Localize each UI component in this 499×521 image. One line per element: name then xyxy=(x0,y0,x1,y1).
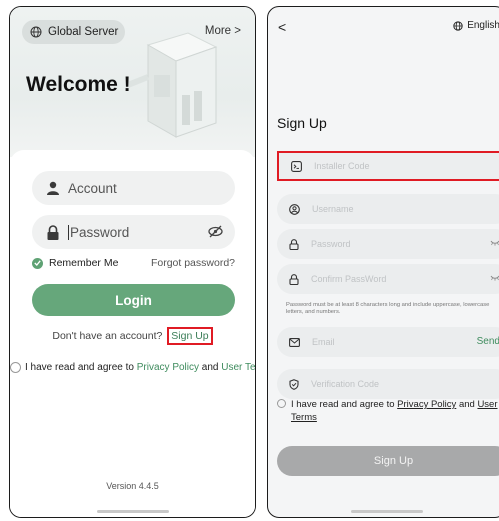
language-selector[interactable]: English xyxy=(453,20,499,31)
more-link[interactable]: More > xyxy=(205,25,241,37)
password-placeholder: Password xyxy=(70,224,130,240)
shield-check-icon xyxy=(289,378,299,390)
agree-prefix: I have read and agree to xyxy=(25,362,134,373)
building-illustration xyxy=(128,32,218,138)
and-text: and xyxy=(458,399,475,410)
home-indicator xyxy=(351,510,423,513)
email-input[interactable]: Email Send xyxy=(277,327,499,357)
terms-agreement: I have read and agree to Privacy Policy … xyxy=(10,362,255,373)
user-circle-icon xyxy=(289,203,300,215)
confirm-password-placeholder: Confirm PassWord xyxy=(311,274,387,284)
globe-icon xyxy=(30,26,42,38)
server-label: Global Server xyxy=(48,26,119,38)
account-input[interactable]: Account xyxy=(32,171,235,205)
agreement-text: I have read and agree to Privacy Policy … xyxy=(277,398,499,424)
login-screen: Global Server More > Welcome ! Account P… xyxy=(9,6,256,518)
server-selector[interactable]: Global Server xyxy=(22,20,125,44)
account-placeholder: Account xyxy=(68,180,117,196)
password-input[interactable]: Password xyxy=(32,215,235,249)
page-title: Sign Up xyxy=(277,115,327,131)
lock-icon xyxy=(289,273,299,285)
confirm-password-input[interactable]: Confirm PassWord xyxy=(277,264,499,294)
terms-agreement: I have read and agree to Privacy Policy … xyxy=(277,398,499,424)
eye-off-icon[interactable] xyxy=(208,225,223,238)
username-input[interactable]: Username xyxy=(277,194,499,224)
username-placeholder: Username xyxy=(312,204,354,214)
eye-closed-icon[interactable] xyxy=(490,275,499,281)
verification-code-placeholder: Verification Code xyxy=(311,379,380,389)
terminal-icon xyxy=(291,160,302,172)
signup-screen: < English Sign Up Installer Code Usernam… xyxy=(267,6,499,518)
eye-closed-icon[interactable] xyxy=(490,240,499,246)
privacy-policy-link[interactable]: Privacy Policy xyxy=(137,362,199,373)
signup-link[interactable]: Sign Up xyxy=(167,327,213,345)
remember-me-label: Remember Me xyxy=(49,257,119,269)
lock-icon xyxy=(289,238,299,250)
remember-me-checkbox[interactable]: Remember Me xyxy=(32,257,118,269)
login-button[interactable]: Login xyxy=(32,284,235,316)
signup-prompt: Don't have an account? Sign Up xyxy=(10,327,255,345)
signup-button[interactable]: Sign Up xyxy=(277,446,499,476)
version-label: Version 4.4.5 xyxy=(106,481,159,491)
agree-radio[interactable] xyxy=(10,362,21,373)
text-caret xyxy=(68,224,69,240)
password-placeholder: Password xyxy=(311,239,351,249)
checkmark-icon xyxy=(32,257,43,269)
back-button[interactable]: < xyxy=(278,19,286,35)
no-account-text: Don't have an account? xyxy=(52,330,163,342)
verification-code-input[interactable]: Verification Code xyxy=(277,369,499,399)
installer-code-placeholder: Installer Code xyxy=(314,161,370,171)
agree-radio[interactable] xyxy=(277,399,286,408)
and-text: and xyxy=(201,362,219,373)
globe-icon xyxy=(453,20,463,31)
user-terms-link[interactable]: User Terms xyxy=(221,362,255,373)
installer-code-input[interactable]: Installer Code xyxy=(277,151,499,181)
home-indicator xyxy=(96,510,169,513)
lock-icon xyxy=(46,224,60,240)
send-code-button[interactable]: Send xyxy=(477,336,499,347)
password-hint: Password must be at least 8 characters l… xyxy=(286,302,490,315)
agree-prefix: I have read and agree to xyxy=(291,399,395,410)
language-label: English xyxy=(467,20,499,31)
mail-icon xyxy=(289,337,300,347)
person-icon xyxy=(46,181,60,195)
email-placeholder: Email xyxy=(312,337,335,347)
forgot-password-link[interactable]: Forgot password? xyxy=(151,257,235,269)
password-input[interactable]: Password xyxy=(277,229,499,259)
welcome-title: Welcome ! xyxy=(26,73,131,96)
privacy-policy-link[interactable]: Privacy Policy xyxy=(397,399,456,410)
